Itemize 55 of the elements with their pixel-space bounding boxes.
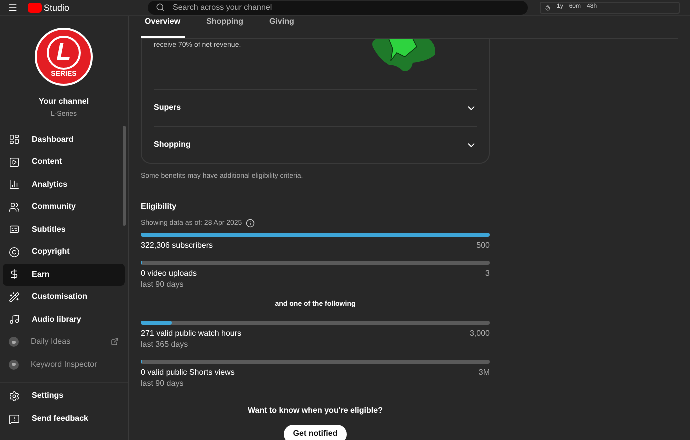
- nav-icon: [9, 156, 20, 168]
- requirement-period: last 90 days: [141, 378, 184, 388]
- sidebar-item[interactable]: Copyright: [3, 241, 125, 264]
- sidebar-item[interactable]: Settings: [3, 386, 125, 406]
- settings-icon: [9, 390, 20, 402]
- requirement-target: 3M: [478, 366, 490, 378]
- nav-icon: [9, 246, 20, 258]
- logo-icon: [28, 2, 42, 12]
- section-title: Eligibility: [141, 200, 177, 212]
- cta-question: Want to know when you're eligible?: [248, 404, 383, 416]
- info-icon[interactable]: [246, 219, 256, 228]
- nav-icon: [9, 179, 20, 190]
- extension-icon: [9, 360, 19, 370]
- tab[interactable]: Giving: [265, 16, 298, 38]
- extension-icon: [9, 337, 19, 348]
- nav-icon: [9, 292, 20, 303]
- sidebar-item[interactable]: Content: [3, 151, 125, 174]
- channel-title: Your channel: [38, 96, 90, 108]
- search-field[interactable]: Search across your channel: [148, 0, 528, 14]
- sidebar-item[interactable]: Audio library: [3, 308, 125, 331]
- accordion-row[interactable]: Shopping: [154, 126, 477, 163]
- sidebar-item[interactable]: Community: [3, 196, 125, 218]
- nav-icon: [9, 314, 20, 326]
- sidebar-item[interactable]: Analytics: [3, 174, 125, 196]
- logo-text: Studio: [44, 2, 70, 12]
- search-icon: [156, 3, 165, 12]
- nav-icon: [9, 134, 20, 146]
- requirement-period: last 365 days: [141, 338, 188, 350]
- requirement-target: 500: [476, 240, 490, 251]
- external-link-icon: [111, 338, 119, 346]
- feedback-icon: [9, 414, 20, 424]
- sidebar-item[interactable]: Send feedback: [3, 409, 125, 429]
- tab[interactable]: Overview: [141, 16, 185, 38]
- requirement-label: 271 valid public watch hours: [141, 328, 242, 338]
- sidebar-item[interactable]: Customisation: [3, 286, 125, 308]
- sidebar-item[interactable]: Dashboard: [3, 128, 125, 151]
- accordion-row[interactable]: Supers: [154, 89, 477, 126]
- tab[interactable]: Shopping: [202, 16, 248, 38]
- nav-icon: [9, 202, 20, 213]
- requirement-label: 0 video uploads: [141, 268, 198, 279]
- get-notified-button[interactable]: Get notified: [284, 424, 347, 440]
- requirement-target: 3,000: [470, 328, 490, 338]
- sidebar-item[interactable]: Subtitles: [3, 218, 125, 241]
- requirement-label: 322,306 subscribers: [141, 240, 214, 251]
- requirement-label: 0 valid public Shorts views: [141, 366, 235, 378]
- sidebar-item[interactable]: Daily Ideas: [3, 331, 125, 354]
- sidebar-item[interactable]: Keyword Inspector: [3, 354, 125, 376]
- timer-icon: [545, 4, 551, 10]
- requirement-period: last 90 days: [141, 279, 184, 290]
- sidebar-item[interactable]: Earn: [3, 264, 125, 286]
- avatar-letter: L: [56, 40, 72, 64]
- menu-icon[interactable]: [8, 2, 18, 12]
- nav-icon: [9, 224, 20, 236]
- requirement-target: 3: [486, 268, 490, 279]
- nav-icon: [9, 269, 20, 280]
